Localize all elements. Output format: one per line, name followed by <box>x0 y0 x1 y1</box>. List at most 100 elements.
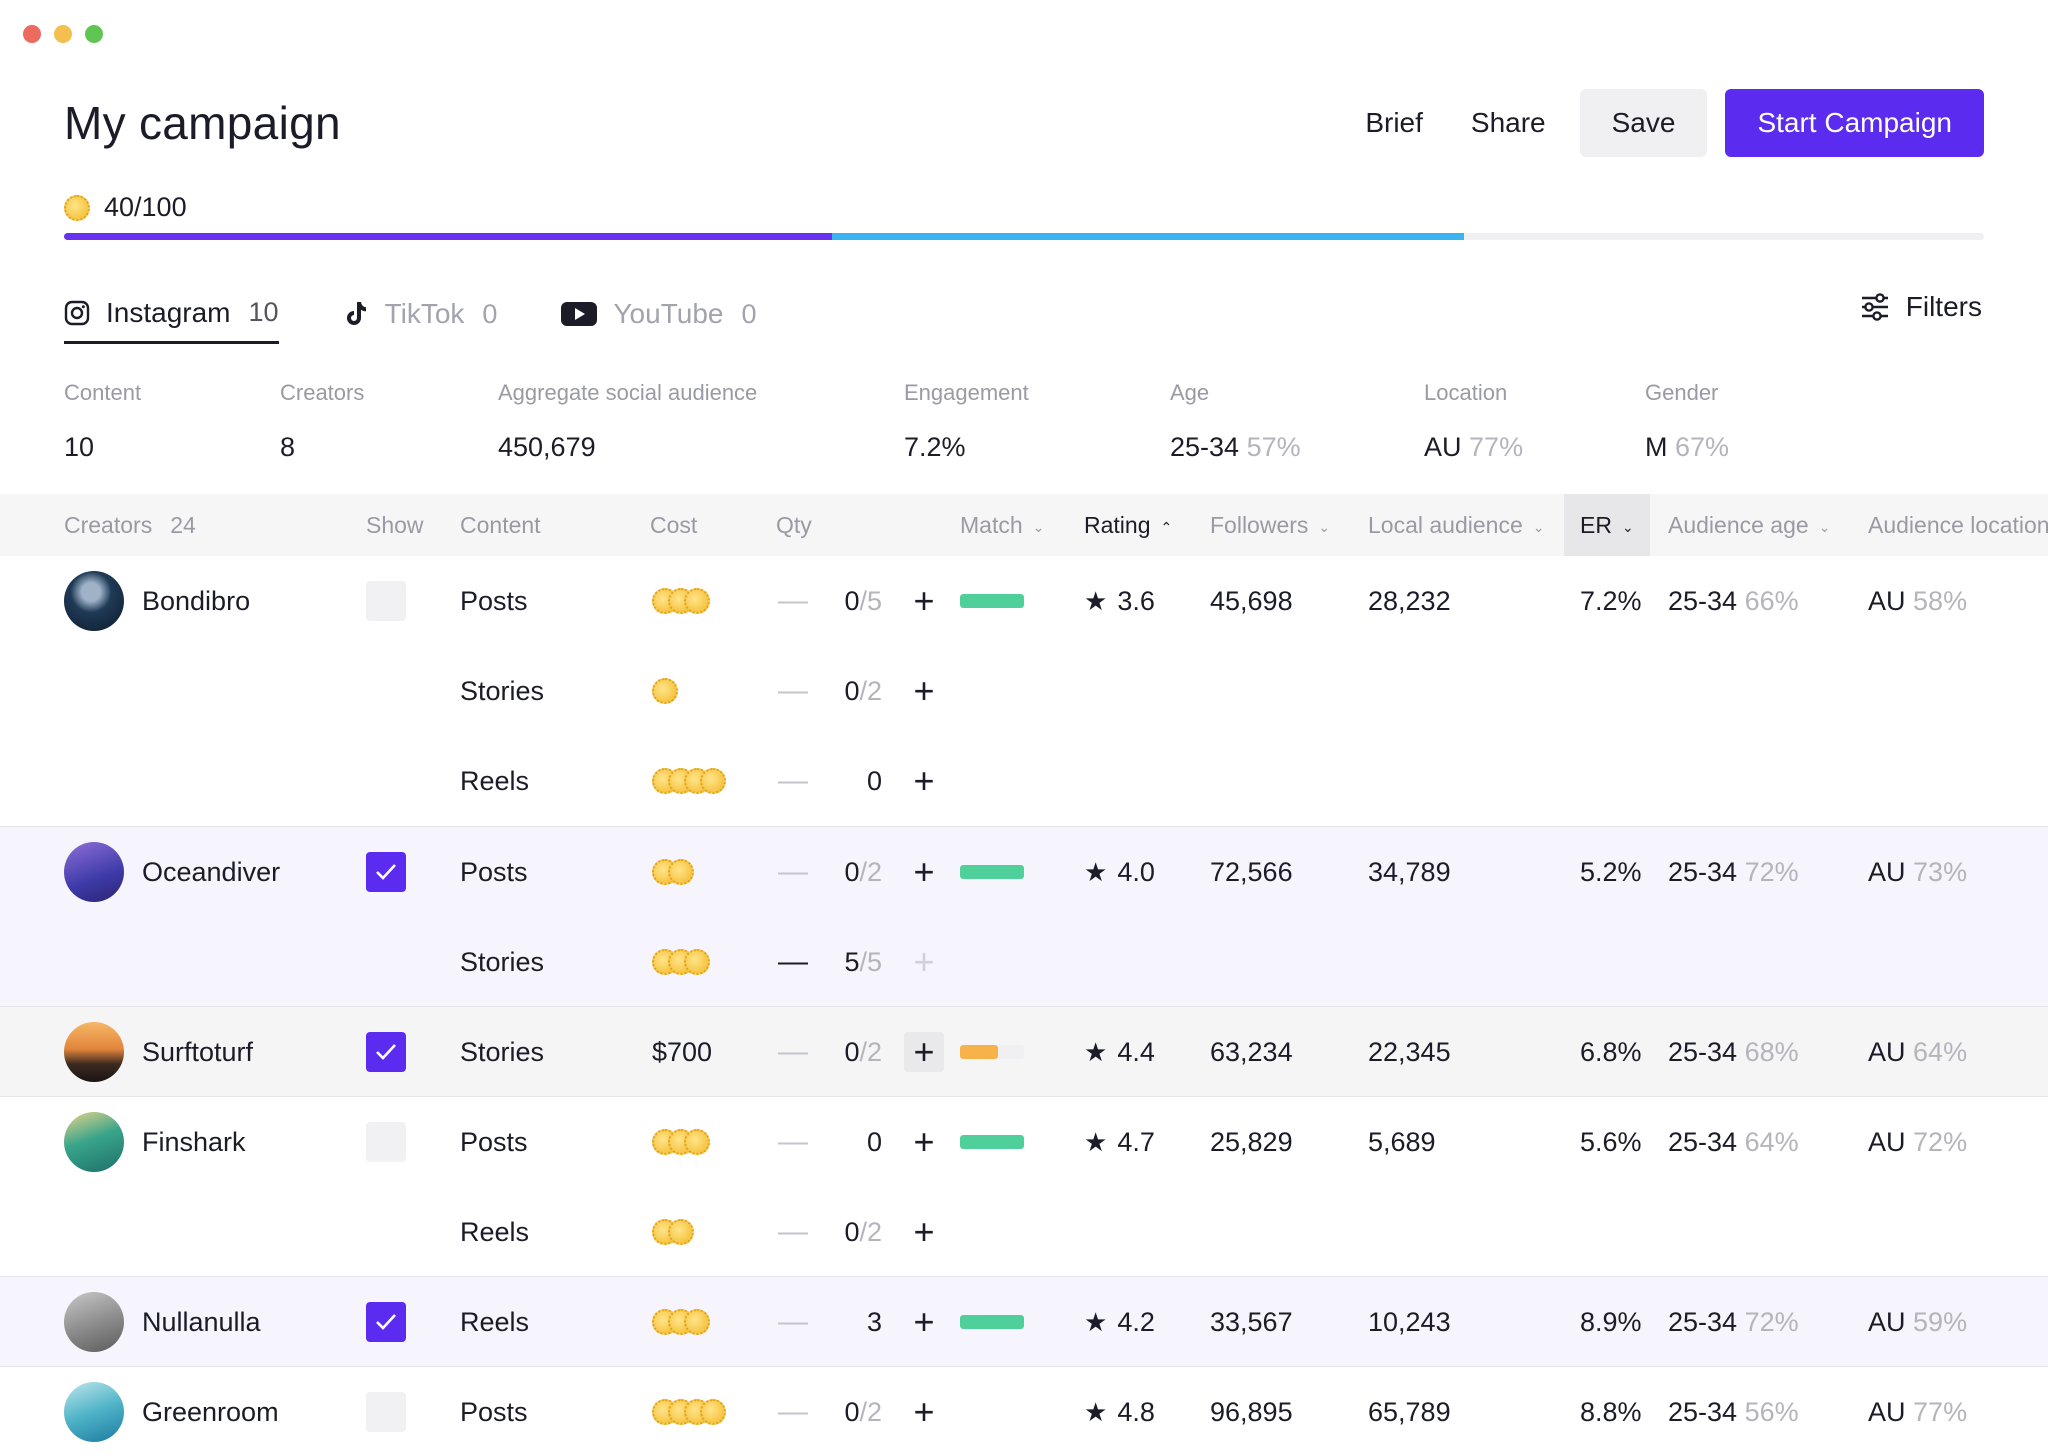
creator-cell[interactable]: Bondibro <box>64 556 250 646</box>
match-bar <box>960 1045 1024 1059</box>
rating-cell: ★ 4.8 <box>1084 1367 1155 1456</box>
cost-cell <box>652 1277 710 1367</box>
qty-stepper: — 3 + <box>778 1277 944 1367</box>
show-checkbox[interactable] <box>366 581 406 621</box>
table-row: Stories —5/5 + <box>0 917 2048 1007</box>
header-content[interactable]: Content <box>460 494 541 556</box>
header-qty[interactable]: Qty <box>776 494 812 556</box>
audience-location-pct: 73% <box>1913 856 1968 887</box>
stat-label: Gender <box>1645 380 1719 405</box>
table-header: Creators 24 Show Content Cost Qty Match ⌄ … <box>0 494 2048 556</box>
increment-button[interactable]: + <box>904 1121 944 1162</box>
increment-button[interactable]: + <box>904 851 944 892</box>
decrement-button[interactable]: — <box>778 764 808 798</box>
cost-value: $700 <box>652 1036 713 1067</box>
er-value: 8.9% <box>1580 1306 1642 1337</box>
decrement-button[interactable]: — <box>778 674 808 708</box>
decrement-button[interactable]: — <box>778 855 808 889</box>
show-checkbox-cell <box>366 1007 406 1097</box>
show-checkbox[interactable] <box>366 1392 406 1432</box>
chevron-down-icon: ⌄ <box>1532 518 1545 535</box>
audience-location-cell: AU 72% <box>1868 1097 1967 1187</box>
header-audience-location[interactable]: Audience location <box>1868 494 2048 556</box>
header-count: 24 <box>170 512 196 538</box>
audience-age-pct: 72% <box>1744 856 1799 887</box>
table-row: Stories —0/2 + <box>0 646 2048 736</box>
share-button[interactable]: Share <box>1447 89 1570 157</box>
header-cost[interactable]: Cost <box>650 494 697 556</box>
increment-button[interactable]: + <box>904 580 944 621</box>
show-checkbox[interactable] <box>366 1032 406 1072</box>
creator-cell[interactable]: Finshark <box>64 1097 246 1187</box>
decrement-button[interactable]: — <box>778 1215 808 1249</box>
increment-button[interactable]: + <box>904 1211 944 1252</box>
header-audience-age[interactable]: Audience age ⌄ <box>1668 494 1830 556</box>
increment-button[interactable]: + <box>904 670 944 711</box>
stat-engagement: Engagement 7.2% <box>904 380 1029 463</box>
content-type: Reels <box>460 765 530 796</box>
creator-cell[interactable]: Greenroom <box>64 1367 279 1456</box>
decrement-button[interactable]: — <box>778 1395 808 1429</box>
platform-tabs: Instagram 10 TikTok 0 YouTube 0 <box>64 290 821 344</box>
coin-icon <box>700 768 726 794</box>
cost-cell <box>652 917 710 1007</box>
start-campaign-button[interactable]: Start Campaign <box>1725 89 1984 157</box>
header-show[interactable]: Show <box>366 494 424 556</box>
local-audience-value: 34,789 <box>1368 856 1451 887</box>
header-match[interactable]: Match ⌄ <box>960 494 1044 556</box>
header-local-audience[interactable]: Local audience ⌄ <box>1368 494 1544 556</box>
match-bar <box>960 865 1024 879</box>
tab-instagram[interactable]: Instagram 10 <box>64 290 279 344</box>
tab-youtube[interactable]: YouTube 0 <box>561 290 757 338</box>
increment-button[interactable]: + <box>904 1391 944 1432</box>
header-followers[interactable]: Followers ⌄ <box>1210 494 1330 556</box>
coin-cost <box>652 588 710 614</box>
stat-main: M <box>1645 432 1668 462</box>
table-row: Nullanulla Reels — 3 + ★ 4.2 33,567 10,243 8.9% 25… <box>0 1277 2048 1367</box>
increment-button[interactable]: + <box>904 1031 944 1072</box>
stat-label: Age <box>1170 380 1210 405</box>
header-rating[interactable]: Rating ⌃ <box>1084 494 1172 556</box>
header-label: Rating <box>1084 512 1151 538</box>
audience-age-pct: 72% <box>1744 1306 1799 1337</box>
decrement-button[interactable]: — <box>778 1125 808 1159</box>
close-window-button[interactable] <box>23 25 41 43</box>
zoom-window-button[interactable] <box>85 25 103 43</box>
increment-button[interactable]: + <box>904 941 944 982</box>
decrement-button[interactable]: — <box>778 1305 808 1339</box>
audience-age-cell: 25-34 56% <box>1668 1367 1799 1456</box>
qty-current: 0 <box>844 1036 860 1067</box>
er-value: 8.8% <box>1580 1396 1642 1427</box>
table-row: Oceandiver Posts —0/2 + ★ 4.0 72,566 34,789 5.2%… <box>0 827 2048 917</box>
show-checkbox[interactable] <box>366 1302 406 1342</box>
minimize-window-button[interactable] <box>54 25 72 43</box>
increment-button[interactable]: + <box>904 1301 944 1342</box>
save-button[interactable]: Save <box>1579 89 1708 157</box>
header-er[interactable]: ER ⌄ <box>1564 494 1650 556</box>
header-creators[interactable]: Creators 24 <box>64 494 196 556</box>
youtube-icon <box>561 301 598 327</box>
tab-tiktok[interactable]: TikTok 0 <box>343 290 497 338</box>
tiktok-icon <box>343 300 369 328</box>
decrement-button[interactable]: — <box>778 1035 808 1069</box>
decrement-button[interactable]: — <box>778 945 808 979</box>
filters-label: Filters <box>1905 291 1982 322</box>
creator-cell[interactable]: Oceandiver <box>64 827 280 917</box>
qty-current: 0 <box>844 1396 860 1427</box>
filters-button[interactable]: Filters <box>1860 291 1982 323</box>
creator-cell[interactable]: Nullanulla <box>64 1277 261 1367</box>
match-fill <box>960 1045 998 1059</box>
stat-label: Location <box>1424 380 1508 405</box>
decrement-button[interactable]: — <box>778 584 808 618</box>
increment-button[interactable]: + <box>904 760 944 801</box>
followers-value: 72,566 <box>1210 856 1293 887</box>
show-checkbox[interactable] <box>366 1122 406 1162</box>
audience-age-value: 25-34 <box>1668 585 1738 616</box>
brief-button[interactable]: Brief <box>1341 89 1447 157</box>
stat-percent: 57% <box>1246 432 1301 462</box>
window-controls <box>23 25 103 43</box>
tab-label: Instagram <box>106 296 231 328</box>
coin-cost <box>652 1129 710 1155</box>
show-checkbox[interactable] <box>366 852 406 892</box>
creator-cell[interactable]: Surftoturf <box>64 1007 253 1097</box>
